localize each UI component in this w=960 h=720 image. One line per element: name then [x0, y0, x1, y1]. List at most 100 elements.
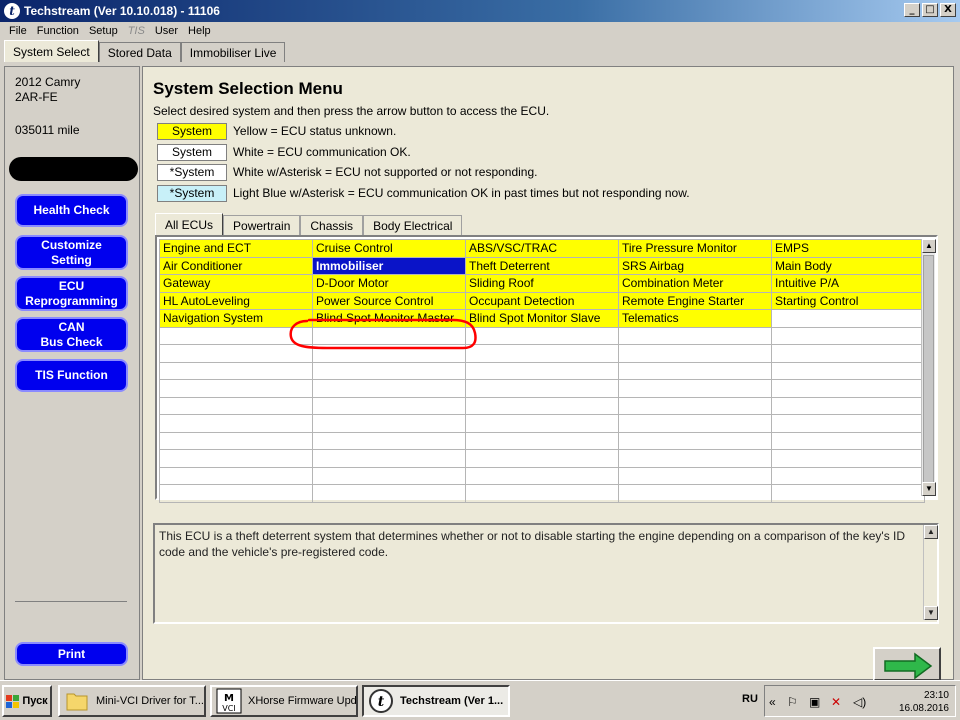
- ecu-cell: [312, 414, 466, 433]
- network-error-icon[interactable]: ✕: [831, 695, 841, 709]
- desc-scroll-down-icon[interactable]: ▼: [924, 606, 938, 620]
- table-row: [159, 484, 925, 503]
- ecu-cell[interactable]: Gateway: [159, 274, 313, 293]
- ecu-cell[interactable]: EMPS: [771, 239, 925, 258]
- ecu-cell[interactable]: Starting Control: [771, 291, 925, 310]
- ecu-cell: [312, 326, 466, 345]
- menu-user[interactable]: User: [150, 25, 183, 37]
- ecu-cell[interactable]: Theft Deterrent: [465, 256, 619, 275]
- scroll-thumb[interactable]: [923, 255, 934, 483]
- ecu-cell[interactable]: Engine and ECT: [159, 239, 313, 258]
- maximize-button[interactable]: □: [922, 3, 938, 17]
- tab-system-select[interactable]: System Select: [4, 40, 99, 62]
- table-row: [159, 414, 925, 433]
- clock[interactable]: 23:10 16.08.2016: [899, 689, 949, 715]
- legend-box-white-asterisk: *System: [157, 163, 227, 181]
- tab-all-ecus[interactable]: All ECUs: [155, 213, 224, 235]
- start-button[interactable]: Пуск: [2, 685, 52, 717]
- ecu-cell: [159, 484, 313, 503]
- scroll-up-icon[interactable]: ▲: [922, 239, 936, 253]
- minimize-button[interactable]: _: [904, 3, 920, 17]
- ecu-reprogramming-button[interactable]: ECU Reprogramming: [15, 276, 128, 311]
- print-button[interactable]: Print: [15, 642, 128, 666]
- ecu-cell[interactable]: Navigation System: [159, 309, 313, 328]
- ecu-cell[interactable]: Blind Spot Monitor Master: [312, 309, 466, 328]
- ecu-cell: [771, 431, 925, 450]
- ecu-cell[interactable]: Remote Engine Starter: [618, 291, 772, 310]
- menu-bar: File Function Setup TIS User Help: [0, 22, 960, 40]
- ecu-cell[interactable]: ABS/VSC/TRAC: [465, 239, 619, 258]
- tab-immobiliser-live[interactable]: Immobiliser Live: [180, 42, 286, 62]
- device-icon[interactable]: ▣: [809, 695, 820, 709]
- ecu-cell: [771, 396, 925, 415]
- table-row: [159, 361, 925, 380]
- ecu-cell[interactable]: Combination Meter: [618, 274, 772, 293]
- menu-help[interactable]: Help: [183, 25, 216, 37]
- ecu-grid-scrollbar[interactable]: ▲ ▼: [921, 239, 936, 496]
- desc-scroll-up-icon[interactable]: ▲: [924, 525, 938, 539]
- ecu-cell: [159, 361, 313, 380]
- ecu-cell[interactable]: Air Conditioner: [159, 256, 313, 275]
- table-row: [159, 466, 925, 485]
- language-indicator[interactable]: RU: [742, 693, 758, 705]
- taskbar: Пуск Mini-VCI Driver for T... M VCI XHor…: [0, 680, 960, 720]
- ecu-cell[interactable]: D-Door Motor: [312, 274, 466, 293]
- table-row: [159, 449, 925, 468]
- customize-setting-button[interactable]: Customize Setting: [15, 235, 128, 270]
- tray-expand-icon[interactable]: «: [769, 695, 776, 709]
- ecu-cell[interactable]: HL AutoLeveling: [159, 291, 313, 310]
- redacted-vin: [9, 157, 138, 181]
- next-arrow-button[interactable]: [873, 647, 941, 681]
- ecu-cell[interactable]: Tire Pressure Monitor: [618, 239, 772, 258]
- legend-text-lightblue: Light Blue w/Asterisk = ECU communicatio…: [233, 186, 690, 200]
- ecu-cell: [465, 466, 619, 485]
- menu-setup[interactable]: Setup: [84, 25, 123, 37]
- ecu-cell[interactable]: Power Source Control: [312, 291, 466, 310]
- description-scrollbar[interactable]: ▲ ▼: [923, 525, 938, 620]
- ecu-cell[interactable]: Intuitive P/A: [771, 274, 925, 293]
- volume-icon[interactable]: ◁): [853, 695, 866, 709]
- ecu-cell[interactable]: SRS Airbag: [618, 256, 772, 275]
- ecu-cell[interactable]: Blind Spot Monitor Slave: [465, 309, 619, 328]
- scroll-down-icon[interactable]: ▼: [922, 482, 936, 496]
- table-row: HL AutoLeveling Power Source Control Occup…: [159, 291, 925, 310]
- tis-function-button[interactable]: TIS Function: [15, 359, 128, 392]
- ecu-cell: [465, 326, 619, 345]
- tab-body-electrical[interactable]: Body Electrical: [363, 215, 463, 235]
- tab-stored-data[interactable]: Stored Data: [98, 42, 181, 62]
- table-row: Gateway D-Door Motor Sliding Roof Combinati…: [159, 274, 925, 293]
- tab-powertrain[interactable]: Powertrain: [223, 215, 301, 235]
- taskbar-item-xhorse[interactable]: M VCI XHorse Firmware Upd...: [210, 685, 358, 717]
- menu-tis[interactable]: TIS: [123, 25, 150, 37]
- ecu-cell[interactable]: Sliding Roof: [465, 274, 619, 293]
- health-check-button[interactable]: Health Check: [15, 194, 128, 227]
- ecu-cell[interactable]: Main Body: [771, 256, 925, 275]
- ecu-grid: Engine and ECT Cruise Control ABS/VSC/TRAC…: [155, 235, 938, 503]
- tab-chassis[interactable]: Chassis: [300, 215, 364, 235]
- title-bar: t Techstream (Ver 10.10.018) - 11106 _ □…: [0, 0, 960, 22]
- ecu-label-line2: Reprogramming: [25, 293, 118, 308]
- close-button[interactable]: X: [940, 3, 956, 17]
- ecu-cell[interactable]: Immobiliser: [312, 256, 466, 275]
- table-row: [159, 396, 925, 415]
- window-controls: _ □ X: [904, 3, 956, 17]
- health-check-label: Health Check: [33, 203, 110, 217]
- table-row: Engine and ECT Cruise Control ABS/VSC/TRAC…: [159, 239, 925, 258]
- table-row: [159, 379, 925, 398]
- ecu-cell: [618, 466, 772, 485]
- menu-file[interactable]: File: [4, 25, 32, 37]
- taskbar-item-mini-vci[interactable]: Mini-VCI Driver for T...: [58, 685, 206, 717]
- ecu-cell[interactable]: Cruise Control: [312, 239, 466, 258]
- folder-icon: [66, 693, 88, 711]
- taskbar-item-techstream[interactable]: t Techstream (Ver 1...: [362, 685, 510, 717]
- ecu-cell: [771, 326, 925, 345]
- ecu-cell: [159, 449, 313, 468]
- ecu-cell[interactable]: Occupant Detection: [465, 291, 619, 310]
- flag-icon[interactable]: ⚐: [787, 695, 798, 709]
- ecu-cell[interactable]: Telematics: [618, 309, 772, 328]
- ecu-cell: [618, 344, 772, 363]
- taskbar-item-label: XHorse Firmware Upd...: [248, 695, 358, 707]
- ecu-cell: [465, 414, 619, 433]
- can-bus-check-button[interactable]: CAN Bus Check: [15, 317, 128, 352]
- menu-function[interactable]: Function: [32, 25, 84, 37]
